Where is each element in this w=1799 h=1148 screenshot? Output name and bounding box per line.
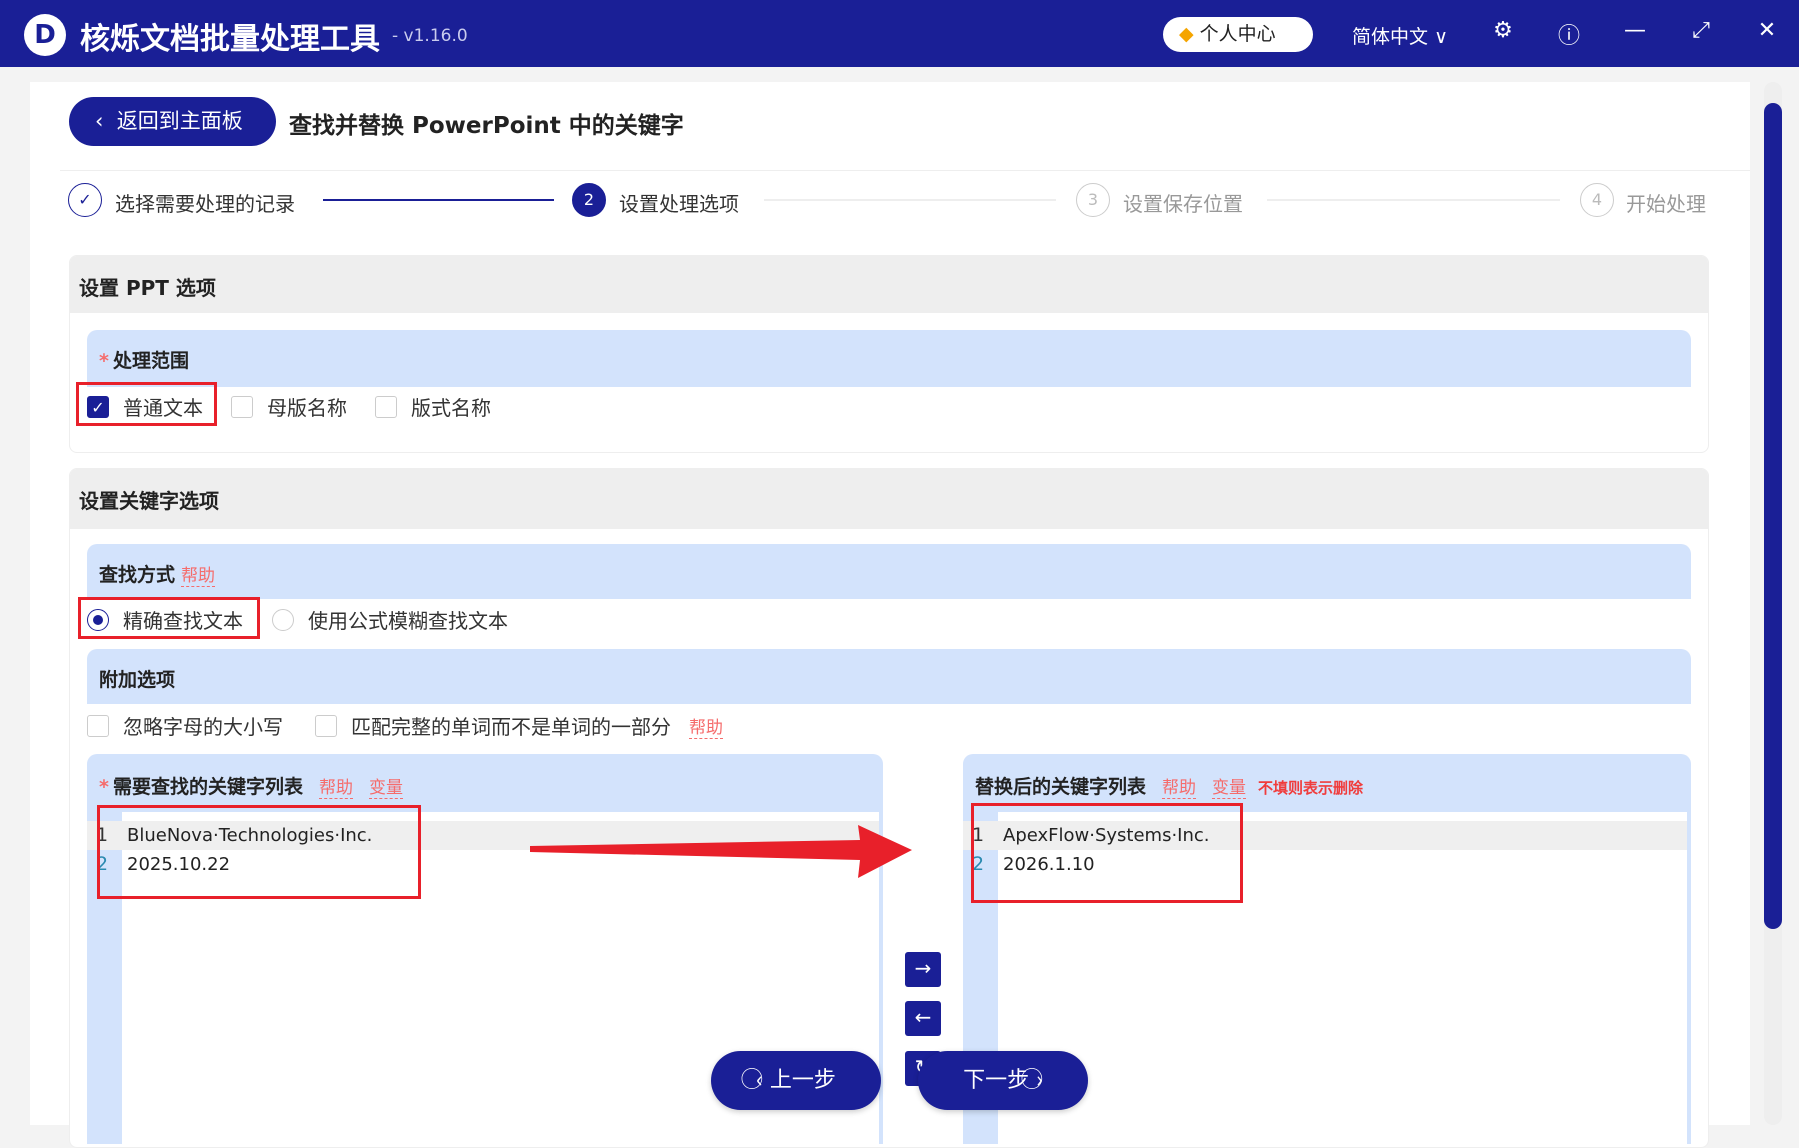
find-list-label: 需要查找的关键字列表 (112, 776, 303, 798)
step-2-number: 2 (572, 183, 606, 217)
chevron-right-circle-icon: ›⃝ (1029, 1068, 1043, 1093)
back-to-main-button[interactable]: ‹ 返回到主面板 (69, 97, 276, 146)
step-1-label: 选择需要处理的记录 (115, 192, 295, 216)
app-logo: D (24, 14, 66, 56)
step-3-number: 3 (1076, 183, 1110, 217)
language-select[interactable]: 简体中文 ∨ (1352, 22, 1448, 49)
section-title: 设置关键字选项 (70, 469, 1708, 529)
step-2-label: 设置处理选项 (619, 192, 739, 216)
checkbox-whole-word[interactable]: 匹配完整的单词而不是单词的一部分 帮助 (315, 711, 723, 740)
section-title: 设置 PPT 选项 (70, 256, 1708, 313)
step-4-label: 开始处理 (1626, 192, 1706, 216)
arrow-right-button[interactable]: → (905, 952, 941, 987)
extra-options-header: 附加选项 (87, 649, 1691, 704)
highlight-box (971, 803, 1243, 903)
help-link[interactable]: 帮助 (318, 778, 353, 799)
scope-label: 处理范围 (112, 350, 189, 372)
checkbox-layout-name[interactable]: 版式名称 (375, 392, 491, 421)
replace-list-label: 替换后的关键字列表 (975, 776, 1147, 798)
step-1-check-icon: ✓ (68, 183, 102, 217)
chevron-down-icon: ∨ (1434, 26, 1448, 48)
next-step-button[interactable]: 下一步 ›⃝ (918, 1051, 1088, 1110)
app-name: 核烁文档批量处理工具 (80, 22, 380, 57)
scope-header: * 处理范围 (87, 330, 1691, 387)
title-bar: D 核烁文档批量处理工具 - v1.16.0 ◆ 个人中心 简体中文 ∨ ⚙ ⓘ … (0, 0, 1799, 67)
next-label: 下一步 (963, 1068, 1030, 1093)
user-center-button[interactable]: ◆ 个人中心 (1163, 17, 1313, 52)
divider (60, 170, 1750, 171)
find-mode-header: 查找方式 帮助 (87, 544, 1691, 599)
prev-label: 上一步 (769, 1068, 836, 1093)
step-line (1267, 199, 1560, 201)
help-link[interactable]: 帮助 (689, 713, 723, 739)
minimize-icon[interactable]: — (1620, 18, 1650, 43)
checkbox-icon (375, 395, 397, 418)
extra-label: 附加选项 (99, 669, 176, 691)
variable-link[interactable]: 变量 (368, 778, 403, 799)
option-label: 母版名称 (267, 396, 347, 420)
help-link[interactable]: 帮助 (181, 566, 216, 587)
highlight-box (78, 597, 260, 639)
highlight-box (97, 805, 421, 899)
option-label: 匹配完整的单词而不是单词的一部分 (351, 715, 671, 739)
help-icon[interactable]: ⓘ (1554, 18, 1584, 50)
checkbox-icon (87, 714, 109, 737)
help-link[interactable]: 帮助 (1162, 778, 1197, 799)
page-title: 查找并替换 PowerPoint 中的关键字 (289, 113, 684, 139)
close-icon[interactable]: ✕ (1752, 18, 1782, 43)
gear-icon[interactable]: ⚙ (1488, 18, 1518, 43)
option-label: 版式名称 (411, 396, 491, 420)
prev-step-button[interactable]: ‹⃝ 上一步 (711, 1051, 881, 1110)
highlight-box (76, 382, 217, 426)
red-arrow-annotation (530, 825, 912, 878)
step-4-number: 4 (1580, 183, 1614, 217)
checkbox-ignore-case[interactable]: 忽略字母的大小写 (87, 711, 283, 740)
gem-icon: ◆ (1179, 23, 1194, 45)
delete-note: 不填则表示删除 (1258, 779, 1364, 797)
option-label: 使用公式模糊查找文本 (308, 609, 508, 633)
chevron-left-circle-icon: ‹⃝ (756, 1068, 770, 1093)
radio-icon (272, 608, 294, 631)
checkbox-icon (231, 395, 253, 418)
variable-link[interactable]: 变量 (1212, 778, 1247, 799)
back-label: 返回到主面板 (116, 109, 243, 133)
step-line (323, 199, 554, 201)
arrow-left-button[interactable]: ← (905, 1001, 941, 1036)
maximize-icon[interactable]: ⤢ (1686, 18, 1716, 43)
user-center-label: 个人中心 (1199, 23, 1276, 45)
chevron-left-icon: ‹ (95, 109, 117, 133)
step-line (764, 199, 1056, 201)
find-mode-label: 查找方式 (99, 564, 176, 586)
language-label: 简体中文 (1352, 26, 1429, 48)
checkbox-icon (315, 714, 337, 737)
step-3-label: 设置保存位置 (1123, 192, 1243, 216)
scrollbar-thumb[interactable] (1764, 103, 1782, 929)
checkbox-master-name[interactable]: 母版名称 (231, 392, 347, 421)
app-version: - v1.16.0 (392, 26, 468, 46)
option-label: 忽略字母的大小写 (123, 715, 283, 739)
radio-formula-find[interactable]: 使用公式模糊查找文本 (272, 605, 508, 634)
